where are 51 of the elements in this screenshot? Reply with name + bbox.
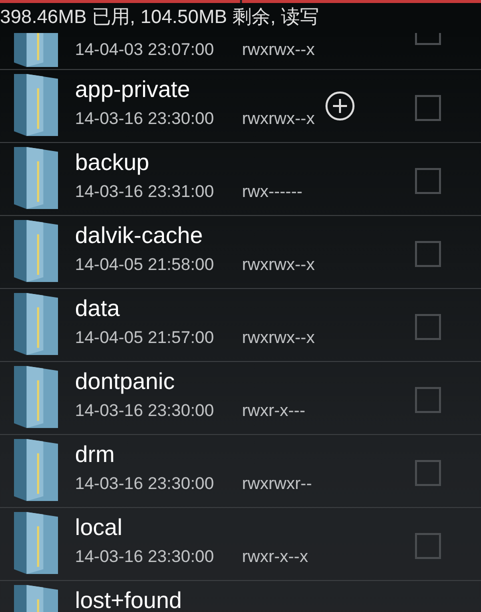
checkbox[interactable] [415, 533, 441, 559]
permissions: rwxrwx--x [242, 39, 315, 61]
modified-date: 14-04-03 23:07:00 [75, 39, 215, 61]
permissions: rwxrwx--x [242, 108, 315, 130]
file-row[interactable]: 14-04-03 23:07:00 rwxrwx--x [0, 33, 481, 70]
file-row[interactable]: data 14-04-05 21:57:00 rwxrwx--x [0, 289, 481, 362]
permissions: rwxr-x--x [242, 546, 308, 568]
file-row[interactable]: drm 14-03-16 23:30:00 rwxrwxr-- [0, 435, 481, 508]
modified-date: 14-03-16 23:30:00 [75, 473, 215, 495]
permissions: rwxr-x--- [242, 400, 306, 422]
folder-icon [14, 293, 58, 355]
folder-name: data [75, 294, 121, 323]
folder-name: local [75, 513, 124, 542]
modified-date: 14-03-16 23:30:00 [75, 108, 215, 130]
folder-name: backup [75, 148, 150, 177]
permissions: rwx------ [242, 181, 302, 203]
folder-icon [14, 74, 58, 136]
file-row[interactable]: local 14-03-16 23:30:00 rwxr-x--x [0, 508, 481, 581]
checkbox[interactable] [415, 387, 441, 413]
file-row[interactable]: app-private 14-03-16 23:30:00 rwxrwx--x [0, 70, 481, 143]
file-row[interactable]: lost+found [0, 581, 481, 612]
permissions: rwxrwxr-- [242, 473, 312, 495]
folder-icon [14, 366, 58, 428]
checkbox[interactable] [415, 241, 441, 267]
checkbox[interactable] [415, 33, 441, 45]
folder-name: drm [75, 440, 116, 469]
checkbox[interactable] [415, 460, 441, 486]
folder-name: lost+found [75, 586, 183, 612]
modified-date: 14-03-16 23:30:00 [75, 400, 215, 422]
permissions: rwxrwx--x [242, 254, 315, 276]
add-icon[interactable] [325, 91, 355, 121]
file-row[interactable]: backup 14-03-16 23:31:00 rwx------ [0, 143, 481, 216]
modified-date: 14-03-16 23:30:00 [75, 546, 215, 568]
checkbox[interactable] [415, 168, 441, 194]
file-row[interactable]: dontpanic 14-03-16 23:30:00 rwxr-x--- [0, 362, 481, 435]
permissions: rwxrwx--x [242, 327, 315, 349]
modified-date: 14-04-05 21:57:00 [75, 327, 215, 349]
checkbox[interactable] [415, 314, 441, 340]
folder-icon [14, 512, 58, 574]
folder-name: dalvik-cache [75, 221, 204, 250]
checkbox[interactable] [415, 95, 441, 121]
folder-name: dontpanic [75, 367, 176, 396]
folder-icon [14, 220, 58, 282]
folder-icon [14, 147, 58, 209]
storage-status: 398.46MB 已用, 104.50MB 剩余, 读写 [0, 3, 481, 33]
modified-date: 14-04-05 21:58:00 [75, 254, 215, 276]
folder-icon [14, 439, 58, 501]
folder-icon [14, 33, 58, 67]
modified-date: 14-03-16 23:31:00 [75, 181, 215, 203]
folder-name: app-private [75, 75, 192, 104]
file-row[interactable]: dalvik-cache 14-04-05 21:58:00 rwxrwx--x [0, 216, 481, 289]
